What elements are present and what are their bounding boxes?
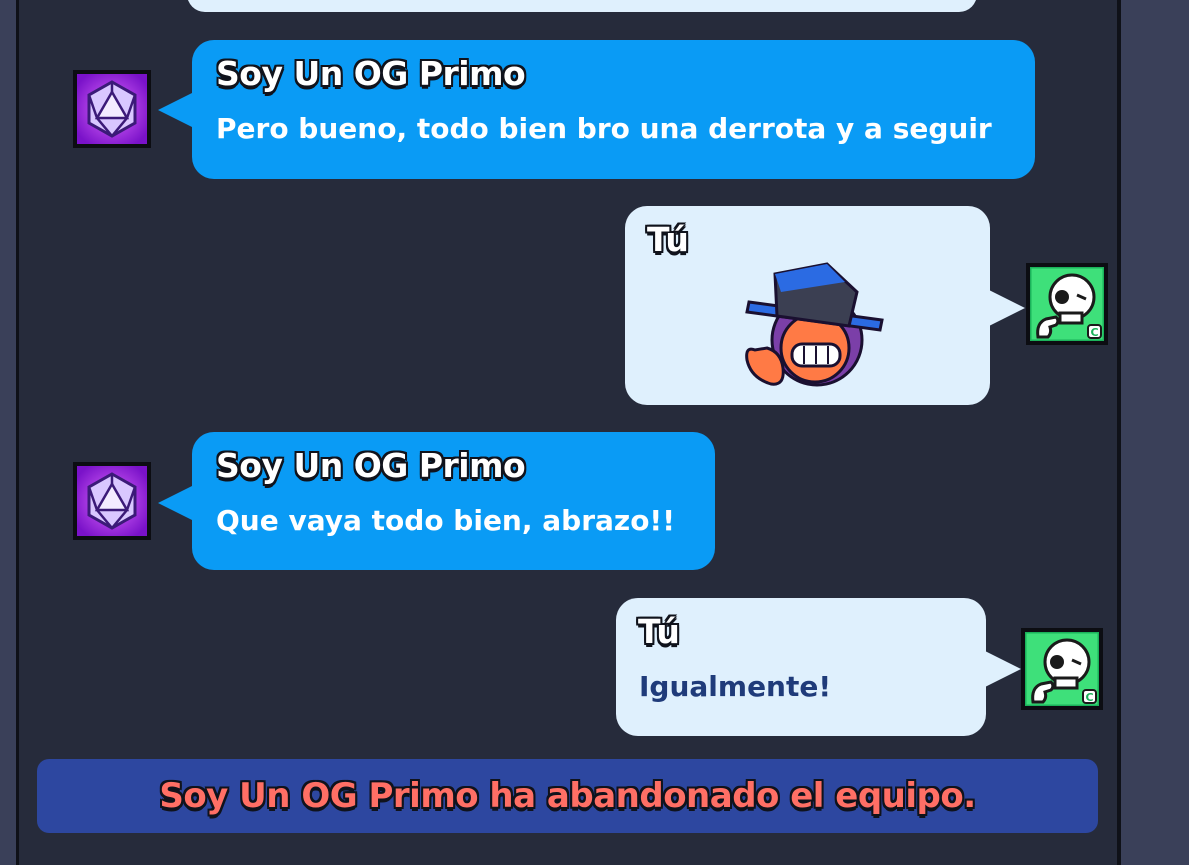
right-panel — [1121, 0, 1189, 865]
bubble-tail — [158, 485, 194, 521]
sender-name: Soy Un OG Primo — [216, 446, 526, 485]
sender-avatar[interactable] — [73, 462, 151, 540]
previous-message-bubble — [187, 0, 977, 12]
green-skull-pin-icon: C — [1025, 632, 1099, 706]
system-message-banner: Soy Un OG Primo ha abandonado el equipo. — [37, 759, 1098, 833]
message-bubble-other[interactable]: Soy Un OG Primo Que vaya todo bien, abra… — [192, 432, 715, 570]
system-message-text: Soy Un OG Primo ha abandonado el equipo. — [159, 776, 976, 816]
green-skull-pin-icon: C — [1030, 267, 1104, 341]
self-avatar[interactable]: C — [1026, 263, 1108, 345]
message-text: Pero bueno, todo bien bro una derrota y … — [216, 112, 992, 145]
sender-name: Soy Un OG Primo — [216, 54, 526, 93]
left-frame — [0, 0, 16, 865]
bubble-tail — [158, 92, 194, 128]
bubble-tail — [989, 290, 1025, 326]
sender-name: Tú — [638, 612, 680, 651]
self-avatar[interactable]: C — [1021, 628, 1103, 710]
svg-text:C: C — [1085, 691, 1093, 704]
message-bubble-self[interactable]: Tú — [625, 206, 990, 405]
message-bubble-self[interactable]: Tú Igualmente! — [616, 598, 986, 736]
purple-d20-dice-icon — [77, 466, 147, 536]
sender-name: Tú — [647, 220, 689, 259]
message-text: Que vaya todo bien, abrazo!! — [216, 504, 675, 537]
bubble-tail — [985, 651, 1021, 687]
message-bubble-other[interactable]: Soy Un OG Primo Pero bueno, todo bien br… — [192, 40, 1035, 179]
brawler-pin-sticker-icon — [745, 262, 884, 387]
message-text: Igualmente! — [639, 670, 832, 703]
purple-d20-dice-icon — [77, 74, 147, 144]
svg-text:C: C — [1090, 326, 1098, 339]
sender-avatar[interactable] — [73, 70, 151, 148]
